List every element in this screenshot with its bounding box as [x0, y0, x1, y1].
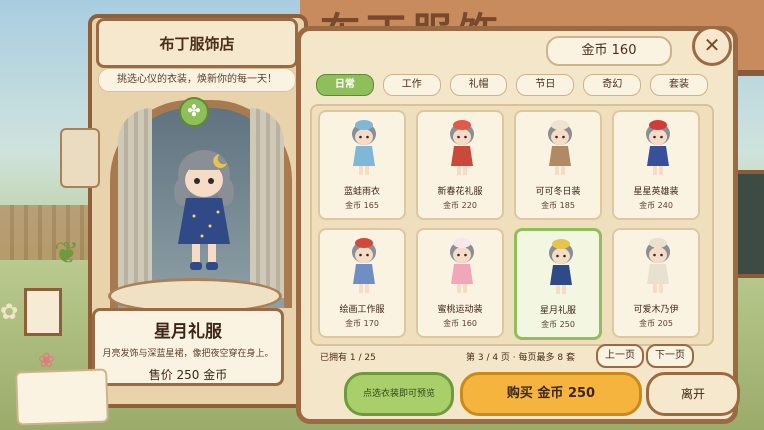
preview-description-line-2: 像把夜空穿在身上。: [192, 349, 274, 359]
buy-button[interactable]: 购买 金币 250: [460, 372, 642, 416]
blank-note-card: [15, 368, 109, 426]
outfit-figure: [352, 238, 376, 293]
outfit-price: 金币 185: [541, 201, 575, 210]
outfit-name: 星月礼服: [539, 306, 576, 316]
outfit-description-card: 星月礼服 月亮发饰与深蓝星裙，像把夜空穿在身上。 售价 250 金币: [92, 308, 284, 386]
hanging-bag-decoration: [60, 128, 100, 188]
outfit-figure: [646, 120, 670, 175]
tab-work[interactable]: 工作: [382, 74, 441, 96]
outfit-figure: [352, 120, 376, 175]
clover-icon: ✤: [179, 97, 209, 127]
coin-balance: 金币 160: [546, 36, 672, 66]
shop-name-banner: 布丁服饰店: [96, 18, 298, 68]
outfit-figure: [548, 120, 572, 175]
outfit-name: 蓝蛙雨衣: [343, 187, 380, 197]
shop-slogan: 挑选心仪的衣装，焕新你的每一天！: [98, 68, 296, 92]
owned-count: 已拥有 1 / 25: [320, 353, 376, 363]
tab-sets[interactable]: 套装: [650, 74, 708, 96]
outfit-price: 金币 220: [443, 201, 477, 210]
outfit-price: 金币 205: [639, 319, 673, 328]
outfit-card[interactable]: 可可冬日装 金币 185: [514, 110, 602, 220]
next-page-button[interactable]: 下一页: [646, 344, 694, 368]
plant-icon: ❦: [54, 236, 80, 271]
outfit-name: 星星英雄装: [633, 187, 679, 197]
outfit-name: 新春花礼服: [437, 187, 483, 197]
outfit-card[interactable]: 蜜桃运动装 金币 160: [416, 228, 504, 338]
close-button[interactable]: ✕: [692, 26, 732, 66]
shop-name: 布丁服饰店: [159, 34, 235, 53]
outfit-card[interactable]: 新春花礼服 金币 220: [416, 110, 504, 220]
outfit-price: 金币 240: [639, 201, 673, 210]
bow-icon: ❀: [38, 348, 55, 372]
leave-button[interactable]: 离开: [646, 372, 740, 416]
outfit-card[interactable]: 星月礼服 金币 250: [514, 228, 602, 340]
curtain-right: [250, 108, 284, 298]
outfit-name: 可可冬日装: [535, 187, 581, 197]
outfit-card[interactable]: 蓝蛙雨衣 金币 165: [318, 110, 406, 220]
outfit-figure: [450, 238, 474, 293]
preview-description-line-1: 月亮发饰与深蓝星裙，: [102, 349, 193, 359]
outfit-name: 绘画工作服: [339, 305, 385, 315]
outfit-figure: [646, 238, 670, 293]
category-tabs: 日常 工作 礼帽 节日 奇幻 套装: [316, 74, 708, 96]
tab-daily[interactable]: 日常: [316, 74, 374, 96]
outfit-price: 金币 165: [345, 201, 379, 210]
outfit-price: 金币 160: [443, 319, 477, 328]
close-icon: ✕: [703, 33, 721, 57]
tab-fantasy[interactable]: 奇幻: [583, 74, 642, 96]
preview-outfit-description: 月亮发饰与深蓝星裙，像把夜空穿在身上。: [95, 348, 281, 360]
preview-outfit-price: 售价 250 金币: [148, 368, 228, 382]
outfit-card[interactable]: 绘画工作服 金币 170: [318, 228, 406, 338]
outfit-price: 金币 170: [345, 319, 379, 328]
outfit-card[interactable]: 星星英雄装 金币 240: [612, 110, 700, 220]
tab-hats[interactable]: 礼帽: [449, 74, 508, 96]
outfit-figure: [549, 239, 573, 294]
page-info: 第 3 / 4 页 · 每页最多 8 套: [466, 353, 575, 363]
outfit-name: 蜜桃运动装: [437, 305, 483, 315]
prev-page-button[interactable]: 上一页: [596, 344, 644, 368]
flower-icon: ✿: [0, 300, 19, 325]
preview-character: [174, 150, 234, 270]
curtain-left: [118, 108, 152, 298]
outfit-figure: [450, 120, 474, 175]
outfit-grid: 蓝蛙雨衣 金币 165 新春花礼服 金币 220 可可冬日装 金币 185 星星…: [318, 110, 702, 340]
outfit-name: 可爱木乃伊: [633, 305, 679, 315]
tab-festival[interactable]: 节日: [516, 74, 575, 96]
preview-outfit-name: 星月礼服: [154, 322, 222, 342]
outfit-price: 金币 250: [541, 320, 575, 329]
outfit-card[interactable]: 可爱木乃伊 金币 205: [612, 228, 700, 338]
preview-hint-button[interactable]: 点选衣装即可预览: [344, 372, 454, 416]
dress-easel-decoration: [24, 288, 62, 336]
